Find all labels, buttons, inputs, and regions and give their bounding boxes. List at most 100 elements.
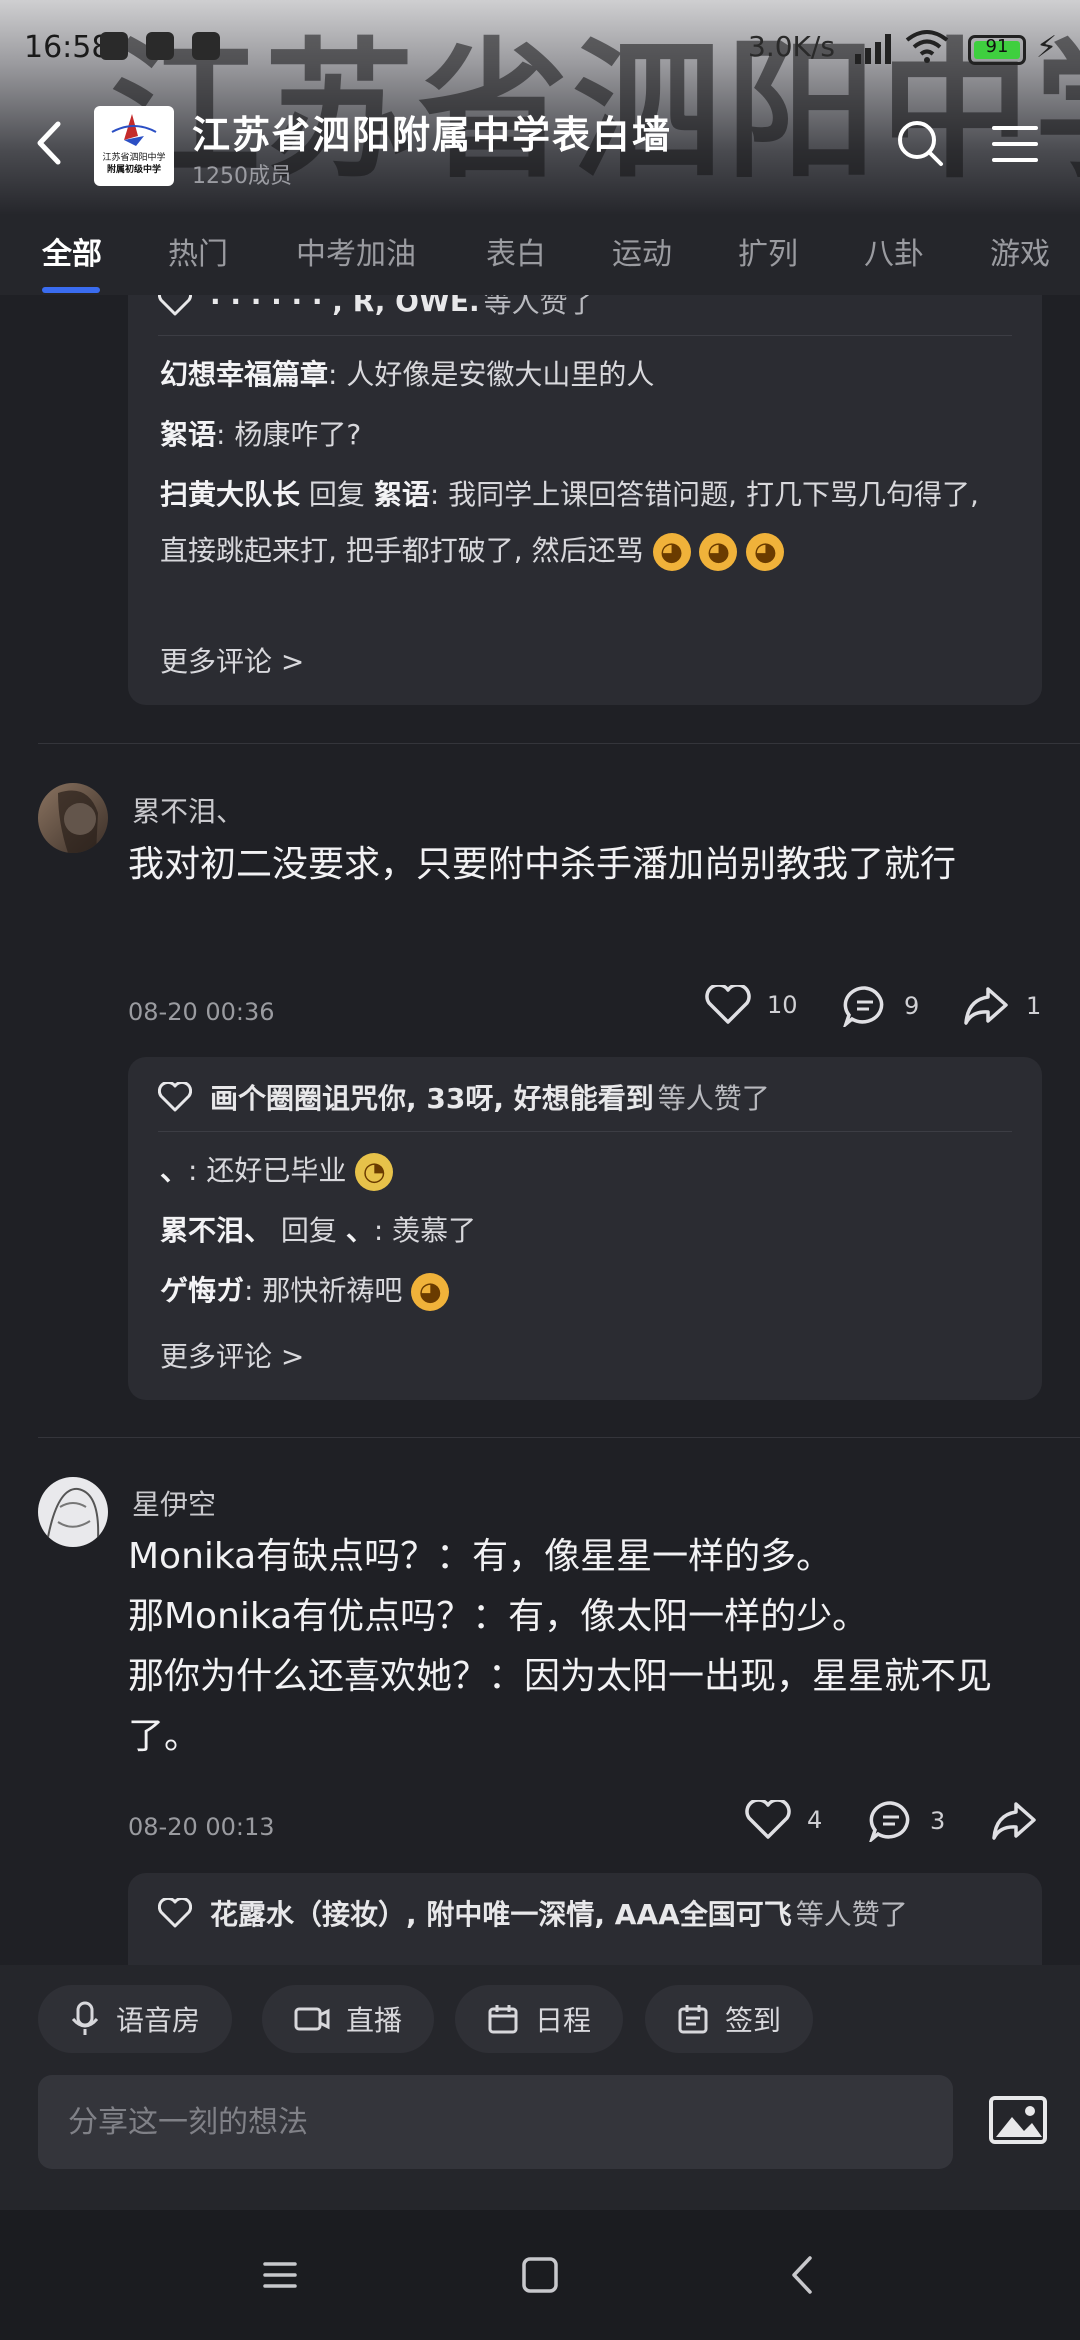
post-separator [38, 1437, 1080, 1438]
likes-summary: 花露水（接妆）, 附中唯一深情, AAA全国可飞 等人赞了 [158, 1893, 908, 1933]
like-count: 10 [767, 991, 798, 1019]
like-count: 4 [807, 1806, 823, 1834]
comment-button[interactable]: 3 [868, 1800, 945, 1842]
camera-icon [294, 2007, 330, 2031]
tab-exam-cheer[interactable]: 中考加油 [296, 229, 416, 273]
share-icon [992, 1802, 1036, 1840]
charging-icon: ⚡ [1036, 30, 1058, 65]
search-icon[interactable] [895, 118, 945, 168]
share-button[interactable] [990, 1800, 1054, 1842]
home-icon[interactable] [515, 2250, 565, 2300]
recent-apps-icon[interactable] [255, 2250, 305, 2300]
status-bar: 16:58 3.0K/s 91 ⚡ [0, 0, 1080, 95]
logo-caption: 江苏省泗阳中学 附属初级中学 [102, 153, 166, 175]
card-divider [158, 335, 1012, 336]
comment-card: 花露水（接妆）, 附中唯一深情, AAA全国可飞 等人赞了 [128, 1873, 1042, 1965]
heart-icon [158, 1898, 192, 1928]
heart-icon [745, 1800, 791, 1839]
post-feed[interactable]: · · · · · · , R, OWE. 等人赞了 幻想幸福篇章: 人好像是安… [0, 295, 1080, 1965]
comment-line[interactable]: 絮语: 杨康咋了? [160, 407, 1012, 463]
wifi-icon [905, 30, 949, 63]
notification-icons [100, 32, 220, 60]
comment-card: 画个圈圈诅咒你, 33呀, 好想能看到 等人赞了 、: 还好已毕业 ◔ 累不泪、… [128, 1057, 1042, 1400]
category-tabs: 全部 热门 中考加油 表白 运动 扩列 八卦 游戏 [0, 215, 1080, 295]
group-logo[interactable]: 江苏省泗阳中学 附属初级中学 [94, 106, 174, 186]
comment-icon [843, 986, 884, 1027]
like-button[interactable]: 4 [745, 1800, 822, 1840]
avatar[interactable] [38, 783, 108, 853]
comment-line[interactable]: 扫黄大队长 回复 絮语: 我同学上课回答错问题, 打几下骂几句得了, 直接跳起来… [160, 467, 1012, 579]
tab-make-friends[interactable]: 扩列 [738, 229, 798, 273]
comment-line[interactable]: ゲ悔ガ: 那快祈祷吧 ◕ [160, 1263, 1012, 1319]
more-comments-link[interactable]: 更多评论 > [160, 1335, 304, 1375]
live-stream-button[interactable]: 直播 [262, 1985, 435, 2053]
doge-emoji-icon: ◕ [411, 1273, 450, 1311]
comment-line[interactable]: 、: 还好已毕业 ◔ [160, 1143, 1012, 1199]
group-title: 江苏省泗阳附属中学表白墙 [192, 113, 673, 157]
battery-icon: 91 [968, 35, 1026, 65]
tab-games[interactable]: 游戏 [990, 229, 1050, 273]
post-text-line: 那Monika有优点吗？：有，像太阳一样的少。 [128, 1596, 869, 1637]
signal-icon [855, 32, 891, 64]
image-icon[interactable] [988, 2095, 1048, 2145]
menu-icon[interactable] [990, 122, 1040, 166]
user-avatar-icon [58, 790, 98, 853]
tab-confession[interactable]: 表白 [486, 229, 546, 273]
heart-icon [158, 1082, 192, 1112]
back-nav-icon[interactable] [778, 2250, 828, 2300]
post-text-line: 那你为什么还喜欢她？：因为太阳一出现，星星就不见了。 [128, 1656, 993, 1757]
heart-icon [158, 295, 192, 316]
post-author[interactable]: 星伊空 [132, 1483, 216, 1523]
post-text: 我对初二没要求，只要附中杀手潘加尚别教我了就行 [128, 844, 957, 885]
calendar-icon [488, 2005, 518, 2034]
comment-count: 9 [904, 992, 920, 1020]
post-time: 08-20 00:36 [128, 998, 275, 1026]
share-button[interactable]: 1 [962, 985, 1041, 1027]
back-button[interactable] [28, 118, 72, 168]
photo-app-icon [192, 32, 220, 60]
check-in-button[interactable]: 签到 [645, 1985, 814, 2053]
network-speed: 3.0K/s [748, 30, 835, 63]
member-count: 1250成员 [192, 164, 292, 189]
comment-line[interactable]: 累不泪、 回复 、: 羡慕了 [160, 1203, 1012, 1259]
tab-gossip[interactable]: 八卦 [864, 229, 924, 273]
system-nav-bar [0, 2210, 1080, 2340]
comment-button[interactable]: 9 [842, 985, 919, 1027]
voice-room-button[interactable]: 语音房 [38, 1985, 233, 2053]
post-separator [38, 743, 1080, 744]
share-icon [964, 987, 1008, 1025]
like-button[interactable]: 10 [705, 985, 798, 1025]
comment-card: · · · · · · , R, OWE. 等人赞了 幻想幸福篇章: 人好像是安… [128, 295, 1042, 705]
likes-summary: · · · · · · , R, OWE. 等人赞了 [158, 295, 596, 321]
comment-line[interactable]: 幻想幸福篇章: 人好像是安徽大山里的人 [160, 347, 1012, 403]
tab-all[interactable]: 全部 [42, 229, 102, 273]
microphone-icon [71, 2001, 99, 2035]
doge-emoji-icon: ◕ [652, 533, 691, 571]
tab-hot[interactable]: 热门 [168, 229, 228, 273]
doge-emoji-icon: ◕ [699, 533, 738, 571]
share-thought-input[interactable] [38, 2075, 953, 2169]
card-divider [158, 1131, 1012, 1132]
paw-app-icon [146, 32, 174, 60]
paw-app-icon [100, 32, 128, 60]
post-text-line: Monika有缺点吗？：有，像星星一样的多。 [128, 1536, 833, 1577]
group-header: 江苏省泗阳中学 16:58 3.0K/s 91 ⚡ [0, 0, 1080, 215]
lizard-emoji-icon: ◔ [355, 1153, 394, 1191]
comment-icon [869, 1801, 910, 1842]
more-comments-link[interactable]: 更多评论 > [160, 640, 304, 680]
active-tab-indicator [42, 287, 100, 293]
schedule-button[interactable]: 日程 [455, 1985, 624, 2053]
check-in-icon [678, 2005, 708, 2034]
status-time: 16:58 [24, 30, 111, 65]
likes-summary: 画个圈圈诅咒你, 33呀, 好想能看到 等人赞了 [158, 1077, 770, 1117]
battery-level: 91 [985, 36, 1009, 57]
avatar[interactable] [38, 1477, 108, 1547]
doge-emoji-icon: ◕ [746, 533, 785, 571]
composer-bar: 语音房 直播 日程 签到 [0, 1965, 1080, 2210]
share-count: 1 [1026, 992, 1042, 1020]
comment-count: 3 [930, 1807, 946, 1835]
tab-sports[interactable]: 运动 [612, 229, 672, 273]
heart-icon [705, 985, 751, 1024]
user-avatar-icon [47, 1487, 100, 1540]
post-author[interactable]: 累不泪、 [132, 790, 244, 830]
